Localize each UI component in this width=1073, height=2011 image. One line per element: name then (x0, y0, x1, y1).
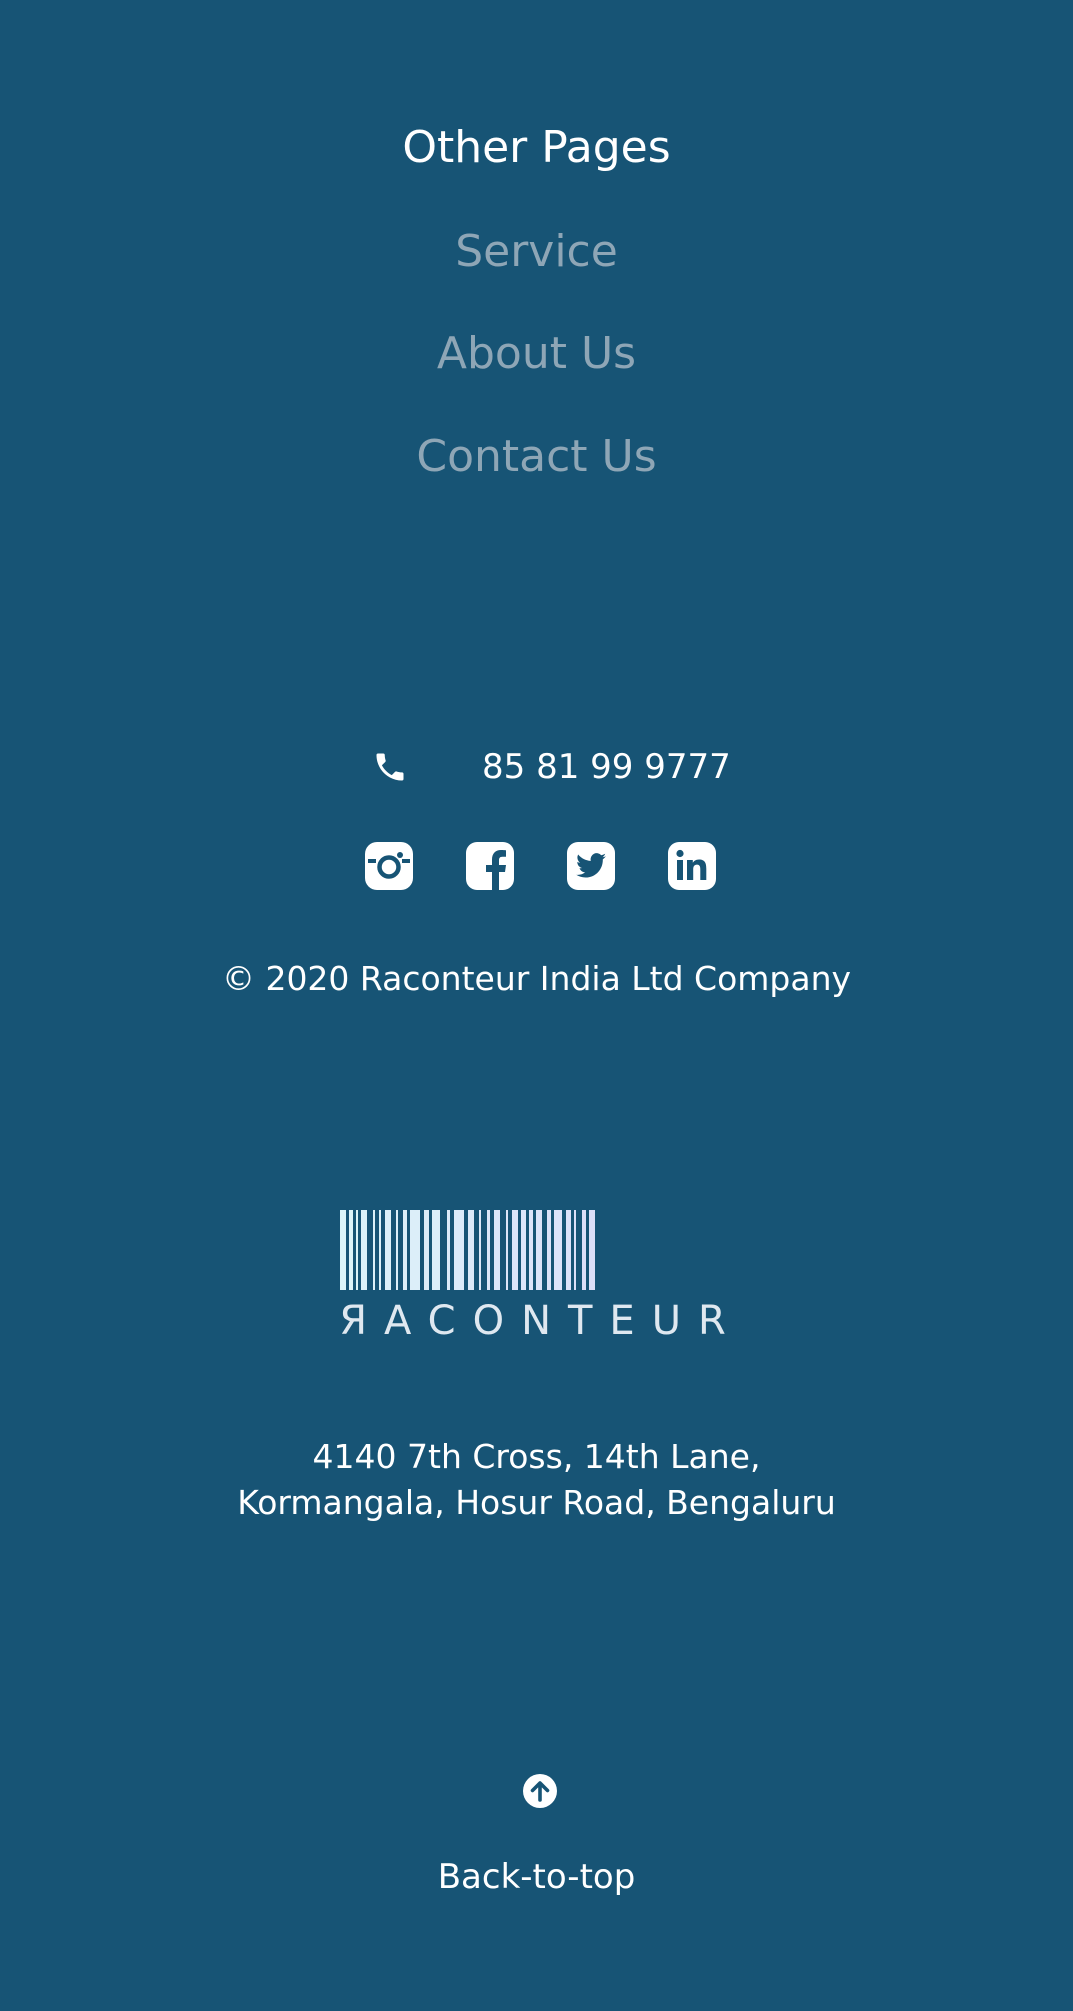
barcode-bar (547, 1210, 551, 1290)
barcode-bar (410, 1210, 420, 1290)
logo-wordmark-text: ЯACONTEUR (339, 1298, 743, 1340)
social-links (365, 842, 716, 892)
other-pages-heading: Other Pages (402, 122, 671, 173)
barcode-bar (512, 1210, 518, 1290)
barcode-bar (373, 1210, 375, 1290)
barcode-bar (349, 1210, 353, 1290)
raconteur-logo: ЯACONTEUR (339, 1210, 743, 1340)
barcode-bar (361, 1210, 367, 1290)
barcode-bar (403, 1210, 407, 1290)
barcode-bar (432, 1210, 440, 1290)
barcode-bar (574, 1210, 576, 1290)
copyright-text: © 2020 Raconteur India Ltd Company (221, 959, 852, 998)
address-line-2: Kormangala, Hosur Road, Bengaluru (237, 1483, 836, 1522)
barcode-graphic (340, 1210, 595, 1290)
nav-link-service[interactable]: Service (0, 222, 1073, 282)
barcode-bar (396, 1210, 398, 1290)
arrow-up-circle-icon[interactable] (521, 1772, 559, 1810)
barcode-bar (506, 1210, 508, 1290)
barcode-bar (356, 1210, 358, 1290)
instagram-icon[interactable] (365, 842, 413, 890)
barcode-bar (340, 1210, 346, 1290)
phone-contact: 85 81 99 9777 (372, 742, 731, 792)
logo-wordmark: ЯACONTEUR (339, 1298, 743, 1340)
nav-link-contact-us[interactable]: Contact Us (0, 427, 1073, 487)
phone-number-link[interactable]: 85 81 99 9777 (482, 742, 731, 792)
barcode-bar (566, 1210, 571, 1290)
address-line-1: 4140 7th Cross, 14th Lane, (312, 1437, 761, 1476)
barcode-bar (536, 1210, 542, 1290)
linkedin-icon[interactable] (668, 842, 716, 890)
barcode-bar (468, 1210, 474, 1290)
facebook-icon[interactable] (466, 842, 514, 890)
barcode-bar (487, 1210, 490, 1290)
barcode-bar (454, 1210, 464, 1290)
barcode-bar (385, 1210, 391, 1290)
twitter-icon[interactable] (567, 842, 615, 890)
barcode-bar (521, 1210, 526, 1290)
nav-link-about-us[interactable]: About Us (0, 324, 1073, 384)
barcode-bar (424, 1210, 429, 1290)
barcode-bar (379, 1210, 381, 1290)
address: 4140 7th Cross, 14th Lane, Kormangala, H… (0, 1434, 1073, 1526)
barcode-bar (582, 1210, 586, 1290)
barcode-bar (494, 1210, 500, 1290)
barcode-bar (479, 1210, 481, 1290)
barcode-bar (589, 1210, 595, 1290)
back-to-top-link[interactable]: Back-to-top (0, 1852, 1073, 1902)
barcode-bar (554, 1210, 562, 1290)
barcode-bar (447, 1210, 450, 1290)
barcode-bar (529, 1210, 533, 1290)
phone-icon (376, 753, 404, 781)
